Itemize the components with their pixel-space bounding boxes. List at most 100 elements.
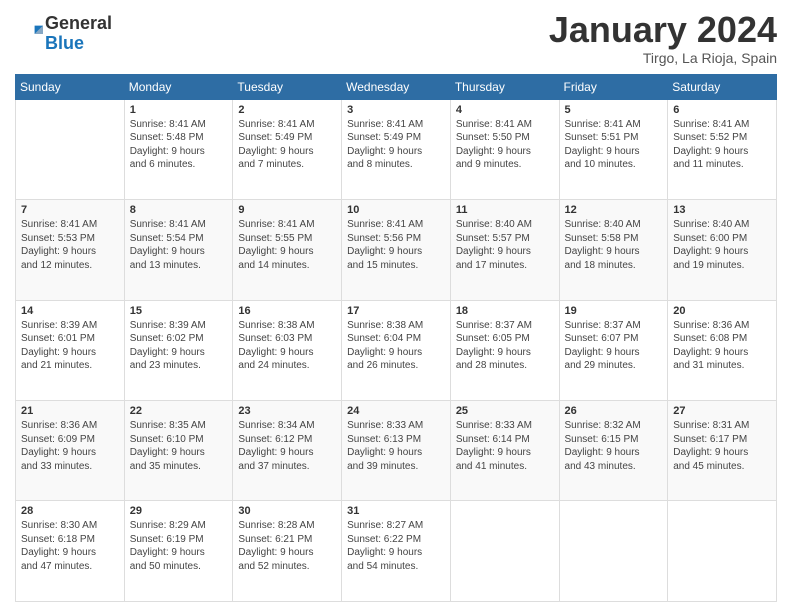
day-number: 3: [347, 104, 445, 116]
header-tuesday: Tuesday: [233, 74, 342, 99]
week-row-4: 28 Sunrise: 8:30 AMSunset: 6:18 PMDayligh…: [16, 501, 777, 602]
day-info: Sunrise: 8:41 AMSunset: 5:51 PMDaylight:…: [565, 118, 663, 172]
header-monday: Monday: [124, 74, 233, 99]
day-info: Sunrise: 8:34 AMSunset: 6:12 PMDaylight:…: [238, 419, 336, 473]
location: Tirgo, La Rioja, Spain: [549, 50, 777, 66]
day-info: Sunrise: 8:32 AMSunset: 6:15 PMDaylight:…: [565, 419, 663, 473]
day-cell: 3 Sunrise: 8:41 AMSunset: 5:49 PMDaylight…: [342, 99, 451, 199]
day-info: Sunrise: 8:39 AMSunset: 6:02 PMDaylight:…: [130, 319, 228, 373]
day-number: 8: [130, 204, 228, 216]
day-cell: 6Sunrise: 8:41 AMSunset: 5:52 PMDaylight…: [668, 99, 777, 199]
day-number: 10: [347, 204, 445, 216]
day-number: 7: [21, 204, 119, 216]
header-saturday: Saturday: [668, 74, 777, 99]
day-cell: 24 Sunrise: 8:33 AMSunset: 6:13 PMDayligh…: [342, 401, 451, 501]
day-number: 11: [456, 204, 554, 216]
logo-text: General Blue: [45, 14, 112, 54]
day-cell: 15 Sunrise: 8:39 AMSunset: 6:02 PMDayligh…: [124, 300, 233, 400]
day-cell: 14 Sunrise: 8:39 AMSunset: 6:01 PMDayligh…: [16, 300, 125, 400]
day-cell: 16Sunrise: 8:38 AMSunset: 6:03 PMDayligh…: [233, 300, 342, 400]
header-row: SundayMondayTuesdayWednesdayThursdayFrid…: [16, 74, 777, 99]
day-number: 4: [456, 104, 554, 116]
day-info: Sunrise: 8:41 AMSunset: 5:49 PMDaylight:…: [347, 118, 445, 172]
day-info: Sunrise: 8:33 AMSunset: 6:13 PMDaylight:…: [347, 419, 445, 473]
day-cell: 23 Sunrise: 8:34 AMSunset: 6:12 PMDayligh…: [233, 401, 342, 501]
day-number: 29: [130, 505, 228, 517]
day-number: 19: [565, 305, 663, 317]
header-sunday: Sunday: [16, 74, 125, 99]
header-thursday: Thursday: [450, 74, 559, 99]
day-info: Sunrise: 8:41 AMSunset: 5:56 PMDaylight:…: [347, 218, 445, 272]
day-info: Sunrise: 8:35 AMSunset: 6:10 PMDaylight:…: [130, 419, 228, 473]
day-cell: 8 Sunrise: 8:41 AMSunset: 5:54 PMDaylight…: [124, 200, 233, 300]
day-number: 26: [565, 405, 663, 417]
week-row-0: 1Sunrise: 8:41 AMSunset: 5:48 PMDaylight…: [16, 99, 777, 199]
day-cell: 13 Sunrise: 8:40 AMSunset: 6:00 PMDayligh…: [668, 200, 777, 300]
day-info: Sunrise: 8:41 AMSunset: 5:54 PMDaylight:…: [130, 218, 228, 272]
day-cell: 20Sunrise: 8:36 AMSunset: 6:08 PMDayligh…: [668, 300, 777, 400]
day-number: 28: [21, 505, 119, 517]
day-cell: 30 Sunrise: 8:28 AMSunset: 6:21 PMDayligh…: [233, 501, 342, 602]
day-number: 17: [347, 305, 445, 317]
day-cell: 22Sunrise: 8:35 AMSunset: 6:10 PMDayligh…: [124, 401, 233, 501]
day-info: Sunrise: 8:27 AMSunset: 6:22 PMDaylight:…: [347, 519, 445, 573]
week-row-1: 7 Sunrise: 8:41 AMSunset: 5:53 PMDaylight…: [16, 200, 777, 300]
day-number: 9: [238, 204, 336, 216]
day-info: Sunrise: 8:28 AMSunset: 6:21 PMDaylight:…: [238, 519, 336, 573]
week-row-3: 21Sunrise: 8:36 AMSunset: 6:09 PMDayligh…: [16, 401, 777, 501]
day-cell: 29Sunrise: 8:29 AMSunset: 6:19 PMDayligh…: [124, 501, 233, 602]
day-info: Sunrise: 8:37 AMSunset: 6:07 PMDaylight:…: [565, 319, 663, 373]
day-cell: 31 Sunrise: 8:27 AMSunset: 6:22 PMDayligh…: [342, 501, 451, 602]
day-cell: [668, 501, 777, 602]
day-cell: 25Sunrise: 8:33 AMSunset: 6:14 PMDayligh…: [450, 401, 559, 501]
day-cell: 19 Sunrise: 8:37 AMSunset: 6:07 PMDayligh…: [559, 300, 668, 400]
day-number: 31: [347, 505, 445, 517]
day-info: Sunrise: 8:40 AMSunset: 6:00 PMDaylight:…: [673, 218, 771, 272]
calendar-table: SundayMondayTuesdayWednesdayThursdayFrid…: [15, 74, 777, 602]
day-number: 13: [673, 204, 771, 216]
day-number: 23: [238, 405, 336, 417]
day-cell: [16, 99, 125, 199]
day-number: 15: [130, 305, 228, 317]
day-info: Sunrise: 8:40 AMSunset: 5:58 PMDaylight:…: [565, 218, 663, 272]
day-number: 24: [347, 405, 445, 417]
day-info: Sunrise: 8:41 AMSunset: 5:55 PMDaylight:…: [238, 218, 336, 272]
day-info: Sunrise: 8:41 AMSunset: 5:53 PMDaylight:…: [21, 218, 119, 272]
day-info: Sunrise: 8:33 AMSunset: 6:14 PMDaylight:…: [456, 419, 554, 473]
day-cell: 21Sunrise: 8:36 AMSunset: 6:09 PMDayligh…: [16, 401, 125, 501]
day-number: 5: [565, 104, 663, 116]
day-number: 6: [673, 104, 771, 116]
day-number: 21: [21, 405, 119, 417]
day-cell: [559, 501, 668, 602]
day-info: Sunrise: 8:39 AMSunset: 6:01 PMDaylight:…: [21, 319, 119, 373]
day-cell: [450, 501, 559, 602]
header-friday: Friday: [559, 74, 668, 99]
logo-general: General: [45, 14, 112, 34]
day-cell: 7 Sunrise: 8:41 AMSunset: 5:53 PMDaylight…: [16, 200, 125, 300]
day-cell: 2Sunrise: 8:41 AMSunset: 5:49 PMDaylight…: [233, 99, 342, 199]
day-number: 20: [673, 305, 771, 317]
day-cell: 11 Sunrise: 8:40 AMSunset: 5:57 PMDayligh…: [450, 200, 559, 300]
logo-blue: Blue: [45, 34, 112, 54]
calendar-header: SundayMondayTuesdayWednesdayThursdayFrid…: [16, 74, 777, 99]
day-cell: 4Sunrise: 8:41 AMSunset: 5:50 PMDaylight…: [450, 99, 559, 199]
logo: General Blue: [15, 14, 112, 54]
day-number: 14: [21, 305, 119, 317]
day-cell: 10 Sunrise: 8:41 AMSunset: 5:56 PMDayligh…: [342, 200, 451, 300]
day-number: 12: [565, 204, 663, 216]
day-info: Sunrise: 8:37 AMSunset: 6:05 PMDaylight:…: [456, 319, 554, 373]
week-row-2: 14 Sunrise: 8:39 AMSunset: 6:01 PMDayligh…: [16, 300, 777, 400]
day-info: Sunrise: 8:30 AMSunset: 6:18 PMDaylight:…: [21, 519, 119, 573]
day-number: 30: [238, 505, 336, 517]
day-info: Sunrise: 8:38 AMSunset: 6:03 PMDaylight:…: [238, 319, 336, 373]
day-cell: 17Sunrise: 8:38 AMSunset: 6:04 PMDayligh…: [342, 300, 451, 400]
page: General Blue January 2024 Tirgo, La Rioj…: [0, 0, 792, 612]
day-cell: 28 Sunrise: 8:30 AMSunset: 6:18 PMDayligh…: [16, 501, 125, 602]
day-info: Sunrise: 8:41 AMSunset: 5:48 PMDaylight:…: [130, 118, 228, 172]
logo-icon: [15, 20, 43, 48]
day-info: Sunrise: 8:40 AMSunset: 5:57 PMDaylight:…: [456, 218, 554, 272]
month-title: January 2024: [549, 10, 777, 50]
calendar-body: 1Sunrise: 8:41 AMSunset: 5:48 PMDaylight…: [16, 99, 777, 601]
header-wednesday: Wednesday: [342, 74, 451, 99]
day-number: 27: [673, 405, 771, 417]
